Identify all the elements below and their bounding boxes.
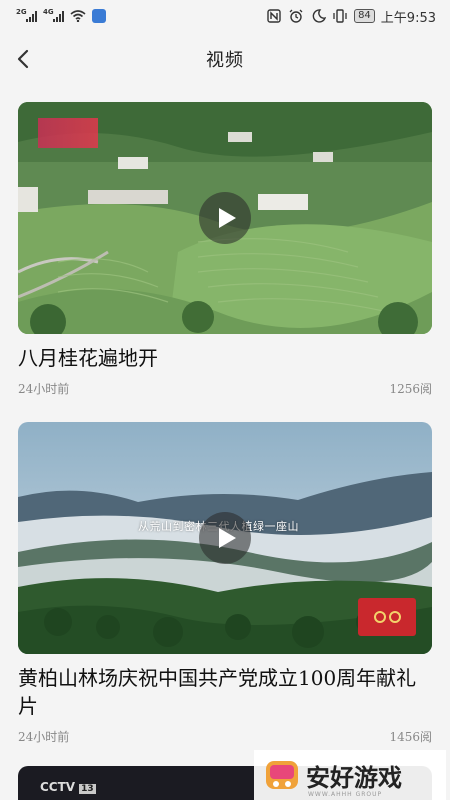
back-arrow-icon[interactable] — [14, 48, 34, 70]
clock-time: 上午9:53 — [380, 10, 436, 26]
status-right: 84 上午9:53 — [266, 7, 436, 26]
network-type-1: 2G — [16, 8, 27, 16]
party-emblem-logo — [358, 598, 416, 636]
watermark-name: 安好游戏 — [306, 763, 402, 792]
video-view-count: 1256阅 — [389, 382, 432, 396]
channel-logo: CCTV 13 — [40, 780, 96, 794]
play-icon — [219, 528, 236, 548]
vibrate-icon — [333, 9, 347, 23]
video-feed[interactable]: 八月桂花遍地开 24小时前 1256阅 黄柏山林场庆祝中国共产党成立100周年献… — [0, 102, 450, 800]
logo-overlay — [38, 118, 98, 148]
status-bar: 2G 4G 84 上午9:53 — [0, 0, 450, 32]
top-app-bar: 视频 — [0, 36, 450, 82]
video-view-count: 1456阅 — [389, 730, 432, 744]
alarm-icon — [289, 9, 303, 23]
security-shield-icon — [92, 9, 106, 23]
video-card[interactable]: 从荒山到密林三代人植绿一座山 黄柏山林场庆祝中国共产党成立100周年献礼片 24… — [0, 422, 450, 766]
watermark-sub: WWW.AHHH GROUP — [308, 791, 383, 798]
play-icon — [219, 208, 236, 228]
battery-indicator: 84 — [354, 9, 375, 23]
moon-icon — [312, 9, 327, 23]
video-title[interactable]: 八月桂花遍地开 — [18, 344, 432, 372]
signal-2g-icon: 2G — [16, 8, 37, 22]
wifi-icon — [70, 10, 86, 23]
video-thumbnail[interactable] — [18, 102, 432, 334]
video-meta: 24小时前 1256阅 — [18, 380, 432, 397]
video-meta: 24小时前 1456阅 — [18, 728, 432, 745]
gamepad-logo-icon — [266, 761, 298, 789]
network-type-2: 4G — [43, 8, 54, 16]
nfc-icon — [267, 9, 281, 23]
video-card[interactable]: 八月桂花遍地开 24小时前 1256阅 — [0, 102, 450, 422]
video-title[interactable]: 黄柏山林场庆祝中国共产党成立100周年献礼片 — [18, 664, 432, 720]
page-title: 视频 — [206, 50, 244, 71]
signal-4g-icon: 4G — [43, 8, 64, 22]
video-thumbnail[interactable]: 从荒山到密林三代人植绿一座山 — [18, 422, 432, 654]
play-button[interactable] — [199, 192, 251, 244]
play-button[interactable] — [199, 512, 251, 564]
watermark: 安好游戏 WWW.AHHH GROUP — [254, 750, 446, 800]
status-left: 2G 4G — [16, 8, 106, 23]
video-time-ago: 24小时前 — [18, 730, 70, 744]
video-time-ago: 24小时前 — [18, 382, 70, 396]
